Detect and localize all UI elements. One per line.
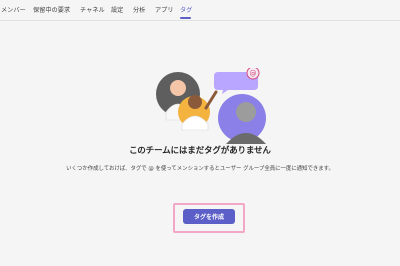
tab-analytics[interactable]: 分析 (133, 5, 145, 14)
tab-apps[interactable]: アプリ (155, 5, 174, 14)
left-person-head (170, 80, 186, 96)
right-person-head (236, 102, 256, 122)
empty-state-title: このチームにはまだタグがありません (129, 145, 271, 155)
tab-channels[interactable]: チャネル (80, 5, 105, 14)
tab-tags[interactable]: タグ (180, 5, 192, 14)
tags-people-illustration-icon: @ (156, 68, 266, 144)
active-tab-indicator (180, 17, 191, 19)
center-person-head (188, 95, 202, 109)
tab-pending-requests[interactable]: 保留中の要求 (33, 5, 70, 14)
tab-settings[interactable]: 設定 (111, 5, 123, 14)
mention-at-symbol: @ (250, 70, 257, 78)
center-person-raised-arm (204, 90, 218, 110)
create-tag-button[interactable]: タグを作成 (183, 209, 235, 224)
tab-members[interactable]: メンバー (1, 5, 26, 14)
team-tabs-bar: メンバー 保留中の要求 チャネル 設定 分析 アプリ タグ (0, 0, 400, 21)
empty-state-description: いくつか作成しておけば、タグで @ を使ってメンションするとユーザー グループ全… (66, 166, 334, 172)
